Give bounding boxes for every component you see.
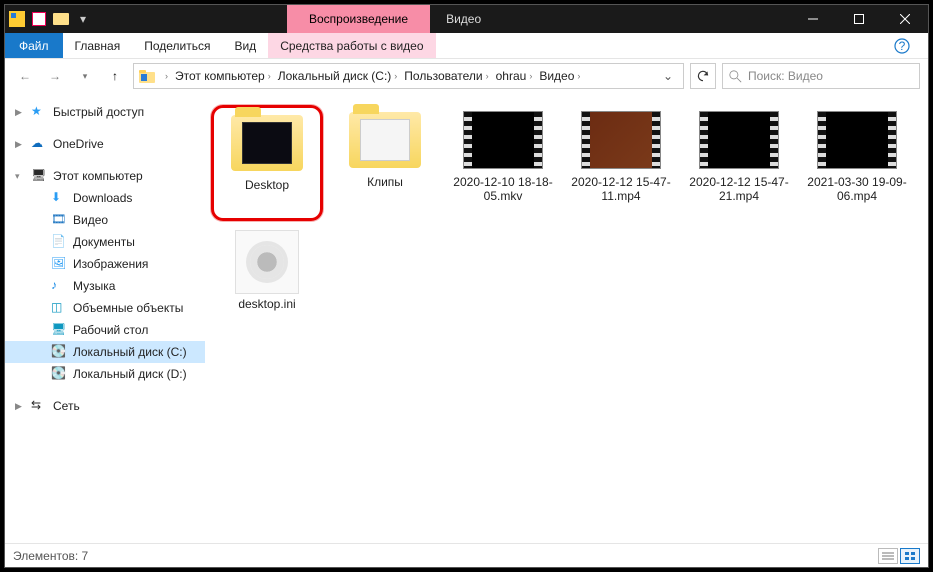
dl-icon: ⬇ bbox=[51, 190, 67, 206]
chevron-right-icon[interactable]: ▶ bbox=[15, 401, 22, 412]
close-button[interactable] bbox=[882, 5, 928, 33]
folder-icon bbox=[138, 67, 156, 85]
nav-item-doc[interactable]: 📄Документы bbox=[5, 231, 205, 253]
disk-icon: 💽 bbox=[51, 366, 67, 382]
maximize-button[interactable] bbox=[836, 5, 882, 33]
item-label: desktop.ini bbox=[238, 297, 295, 311]
view-large-icons-button[interactable] bbox=[900, 548, 920, 564]
nav-up-button[interactable]: ↑ bbox=[103, 64, 127, 88]
qat-properties-icon[interactable] bbox=[31, 11, 47, 27]
ribbon-tab-home[interactable]: Главная bbox=[63, 33, 133, 58]
nav-recent-chevron-down-icon[interactable]: ▾ bbox=[73, 64, 97, 88]
breadcrumb[interactable]: ohrau› bbox=[494, 69, 538, 83]
ribbon-tab-file[interactable]: Файл bbox=[5, 33, 63, 58]
refresh-button[interactable] bbox=[690, 63, 716, 89]
ribbon-tab-share[interactable]: Поделиться bbox=[132, 33, 222, 58]
explorer-icon bbox=[9, 11, 25, 27]
doc-icon: 📄 bbox=[51, 234, 67, 250]
item-label: 2020-12-12 15-47-11.mp4 bbox=[568, 175, 674, 203]
explorer-window: ▾ Воспроизведение Видео Файл Главная Под… bbox=[4, 4, 929, 568]
breadcrumb[interactable]: Этот компьютер› bbox=[173, 69, 276, 83]
qat-newfolder-icon[interactable] bbox=[53, 11, 69, 27]
item-label: 2020-12-12 15-47-21.mp4 bbox=[686, 175, 792, 203]
chevron-right-icon[interactable]: ▶ bbox=[15, 139, 22, 150]
status-count: Элементов: 7 bbox=[13, 549, 88, 563]
nav-quick-access[interactable]: ▶ ★ Быстрый доступ bbox=[5, 101, 205, 123]
video-item[interactable]: 2021-03-30 19-09-06.mp4 bbox=[801, 105, 913, 221]
qat-chevron-down-icon[interactable]: ▾ bbox=[75, 11, 91, 27]
address-bar-row: ← → ▾ ↑ › Этот компьютер› Локальный диск… bbox=[5, 59, 928, 93]
img-icon: 🖼 bbox=[51, 256, 67, 272]
ribbon-tab-view[interactable]: Вид bbox=[222, 33, 268, 58]
ribbon-tab-video-tools[interactable]: Средства работы с видео bbox=[268, 33, 435, 58]
ribbon-help-button[interactable]: ? bbox=[884, 33, 920, 58]
search-icon bbox=[729, 70, 742, 83]
3d-icon: ◫ bbox=[51, 300, 67, 316]
video-item[interactable]: 2020-12-10 18-18-05.mkv bbox=[447, 105, 559, 221]
nav-item-disk[interactable]: 💽Локальный диск (D:) bbox=[5, 363, 205, 385]
breadcrumb[interactable]: Локальный диск (C:)› bbox=[276, 69, 403, 83]
vid-icon: 🎞 bbox=[51, 212, 67, 228]
mus-icon: ♪ bbox=[51, 278, 67, 294]
nav-onedrive[interactable]: ▶ ☁ OneDrive bbox=[5, 133, 205, 155]
item-label: Клипы bbox=[367, 175, 403, 189]
navigation-pane: ▶ ★ Быстрый доступ ▶ ☁ OneDrive ▾ 🖥 Этот… bbox=[5, 93, 205, 543]
contextual-tab-playback[interactable]: Воспроизведение bbox=[287, 5, 430, 33]
nav-item-disk[interactable]: 💽Локальный диск (C:) bbox=[5, 341, 205, 363]
nav-item-img[interactable]: 🖼Изображения bbox=[5, 253, 205, 275]
desk-icon: 🖥 bbox=[51, 322, 67, 338]
address-bar[interactable]: › Этот компьютер› Локальный диск (C:)› П… bbox=[133, 63, 684, 89]
folder-item[interactable]: Desktop bbox=[211, 105, 323, 221]
star-icon: ★ bbox=[31, 104, 47, 120]
breadcrumb[interactable]: Видео› bbox=[537, 69, 585, 83]
nav-item-3d[interactable]: ◫Объемные объекты bbox=[5, 297, 205, 319]
nav-forward-button: → bbox=[43, 64, 67, 88]
nav-this-pc[interactable]: ▾ 🖥 Этот компьютер bbox=[5, 165, 205, 187]
status-bar: Элементов: 7 bbox=[5, 543, 928, 567]
search-placeholder: Поиск: Видео bbox=[748, 69, 823, 83]
nav-network[interactable]: ▶ ⇆ Сеть bbox=[5, 395, 205, 417]
video-item[interactable]: 2020-12-12 15-47-21.mp4 bbox=[683, 105, 795, 221]
ribbon: Файл Главная Поделиться Вид Средства раб… bbox=[5, 33, 928, 59]
chevron-right-icon[interactable]: ▶ bbox=[15, 107, 22, 118]
nav-item-desk[interactable]: 🖥Рабочий стол bbox=[5, 319, 205, 341]
item-label: Desktop bbox=[245, 178, 289, 192]
chevron-down-icon[interactable]: ▾ bbox=[15, 171, 20, 182]
video-item[interactable]: 2020-12-12 15-47-11.mp4 bbox=[565, 105, 677, 221]
cloud-icon: ☁ bbox=[31, 136, 47, 152]
search-input[interactable]: Поиск: Видео bbox=[722, 63, 920, 89]
nav-back-button[interactable]: ← bbox=[13, 64, 37, 88]
title-bar: ▾ Воспроизведение Видео bbox=[5, 5, 928, 33]
monitor-icon: 🖥 bbox=[31, 168, 47, 184]
file-item[interactable]: desktop.ini bbox=[211, 227, 323, 343]
minimize-button[interactable] bbox=[790, 5, 836, 33]
network-icon: ⇆ bbox=[31, 398, 47, 414]
svg-text:?: ? bbox=[899, 39, 906, 53]
nav-item-vid[interactable]: 🎞Видео bbox=[5, 209, 205, 231]
item-view[interactable]: Desktop Клипы 2020-12-10 18-18-05.mkv 2020-… bbox=[205, 93, 928, 543]
disk-icon: 💽 bbox=[51, 344, 67, 360]
view-details-button[interactable] bbox=[878, 548, 898, 564]
breadcrumb[interactable]: Пользователи› bbox=[402, 69, 493, 83]
item-label: 2021-03-30 19-09-06.mp4 bbox=[804, 175, 910, 203]
folder-item[interactable]: Клипы bbox=[329, 105, 441, 221]
nav-item-mus[interactable]: ♪Музыка bbox=[5, 275, 205, 297]
address-history-chevron-down-icon[interactable]: ⌄ bbox=[657, 69, 679, 83]
nav-item-dl[interactable]: ⬇Downloads bbox=[5, 187, 205, 209]
item-label: 2020-12-10 18-18-05.mkv bbox=[450, 175, 556, 203]
title-context-header: Видео bbox=[430, 5, 497, 33]
